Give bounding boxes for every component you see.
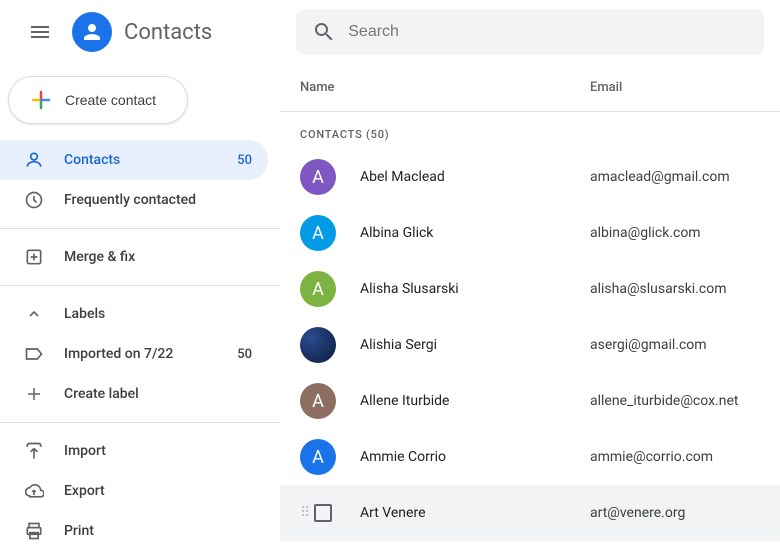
export-icon xyxy=(24,481,44,501)
create-contact-button[interactable]: Create contact xyxy=(8,76,188,124)
column-name: Name xyxy=(300,80,590,95)
avatar: A xyxy=(300,215,336,251)
labels-header-label: Labels xyxy=(64,306,252,322)
contact-name: Abel Maclead xyxy=(360,169,590,185)
header: Contacts xyxy=(0,0,780,64)
contact-row[interactable]: A Albina Glickalbina@glick.com xyxy=(280,205,780,261)
contact-row[interactable]: A Ammie Corrioammie@corrio.com xyxy=(280,429,780,485)
app-logo xyxy=(72,12,112,52)
nav-count: 50 xyxy=(237,153,252,168)
sidebar-item-print[interactable]: Print xyxy=(0,511,268,551)
sidebar-item-export[interactable]: Export xyxy=(0,471,268,511)
row-checkbox[interactable] xyxy=(314,504,332,522)
contact-row[interactable]: A Alisha Slusarskialisha@slusarski.com xyxy=(280,261,780,317)
contact-email: alisha@slusarski.com xyxy=(590,281,727,297)
contact-name: Albina Glick xyxy=(360,225,590,241)
column-email: Email xyxy=(590,80,780,95)
nav-count: 50 xyxy=(237,347,252,362)
sidebar-create-label[interactable]: Create label xyxy=(0,374,268,414)
search-input[interactable] xyxy=(348,23,748,41)
merge-icon xyxy=(24,247,44,267)
divider xyxy=(0,285,280,286)
contact-email: amaclead@gmail.com xyxy=(590,169,730,185)
plus-outline-icon xyxy=(24,385,44,403)
contact-name: Ammie Corrio xyxy=(360,449,590,465)
nav-label: Create label xyxy=(64,386,252,402)
contact-name: Art Venere xyxy=(360,505,590,521)
contact-name: Allene Iturbide xyxy=(360,393,590,409)
sidebar-item-merge-fix[interactable]: Merge & fix xyxy=(0,237,268,277)
nav-label: Export xyxy=(64,483,252,499)
contact-row[interactable]: Alishia Sergiasergi@gmail.com xyxy=(280,317,780,373)
avatar xyxy=(300,327,336,363)
layout: Create contact Contacts 50 Frequently co… xyxy=(0,64,780,550)
row-select-prefix: ⠿ xyxy=(300,504,336,522)
contact-email: allene_iturbide@cox.net xyxy=(590,393,738,409)
divider xyxy=(0,422,280,423)
nav-label: Contacts xyxy=(64,152,217,168)
contact-name: Alishia Sergi xyxy=(360,337,590,353)
avatar: A xyxy=(300,439,336,475)
sidebar: Create contact Contacts 50 Frequently co… xyxy=(0,64,280,550)
create-contact-label: Create contact xyxy=(65,92,156,108)
menu-icon xyxy=(28,20,52,44)
search-bar[interactable] xyxy=(296,9,764,55)
sidebar-item-contacts[interactable]: Contacts 50 xyxy=(0,140,268,180)
print-icon xyxy=(24,521,44,541)
contact-row[interactable]: A Allene Iturbideallene_iturbide@cox.net xyxy=(280,373,780,429)
person-icon xyxy=(80,20,104,44)
contact-row[interactable]: A Abel Macleadamaclead@gmail.com xyxy=(280,149,780,205)
sidebar-label-imported[interactable]: Imported on 7/22 50 xyxy=(0,334,268,374)
nav-label: Frequently contacted xyxy=(64,192,252,208)
nav-label: Imported on 7/22 xyxy=(64,346,217,362)
main-content: Name Email CONTACTS (50) AAbel Macleadam… xyxy=(280,64,780,550)
section-label: CONTACTS (50) xyxy=(280,112,780,149)
nav-label: Print xyxy=(64,523,252,539)
history-icon xyxy=(24,190,44,210)
divider xyxy=(0,228,280,229)
sidebar-labels-header[interactable]: Labels xyxy=(0,294,268,334)
app-title: Contacts xyxy=(124,20,212,45)
avatar: A xyxy=(300,383,336,419)
search-icon xyxy=(312,20,336,44)
person-outline-icon xyxy=(24,150,44,170)
hamburger-menu[interactable] xyxy=(16,8,64,56)
plus-icon xyxy=(29,88,53,112)
contact-row[interactable]: ⠿ Art Venereart@venere.org xyxy=(280,485,780,541)
contact-list: A Abel Macleadamaclead@gmail.com A Albina G… xyxy=(280,149,780,541)
avatar: A xyxy=(300,159,336,195)
import-icon xyxy=(24,441,44,461)
avatar: A xyxy=(300,271,336,307)
nav-label: Import xyxy=(64,443,252,459)
contact-name: Alisha Slusarski xyxy=(360,281,590,297)
column-headers: Name Email xyxy=(280,64,780,112)
sidebar-item-frequently-contacted[interactable]: Frequently contacted xyxy=(0,180,268,220)
drag-handle-icon[interactable]: ⠿ xyxy=(300,505,308,521)
contact-email: albina@glick.com xyxy=(590,225,701,241)
contact-email: asergi@gmail.com xyxy=(590,337,707,353)
label-icon xyxy=(24,344,44,364)
contact-email: art@venere.org xyxy=(590,505,685,521)
contact-email: ammie@corrio.com xyxy=(590,449,713,465)
nav-label: Merge & fix xyxy=(64,249,252,265)
chevron-up-icon xyxy=(24,306,44,322)
sidebar-item-import[interactable]: Import xyxy=(0,431,268,471)
